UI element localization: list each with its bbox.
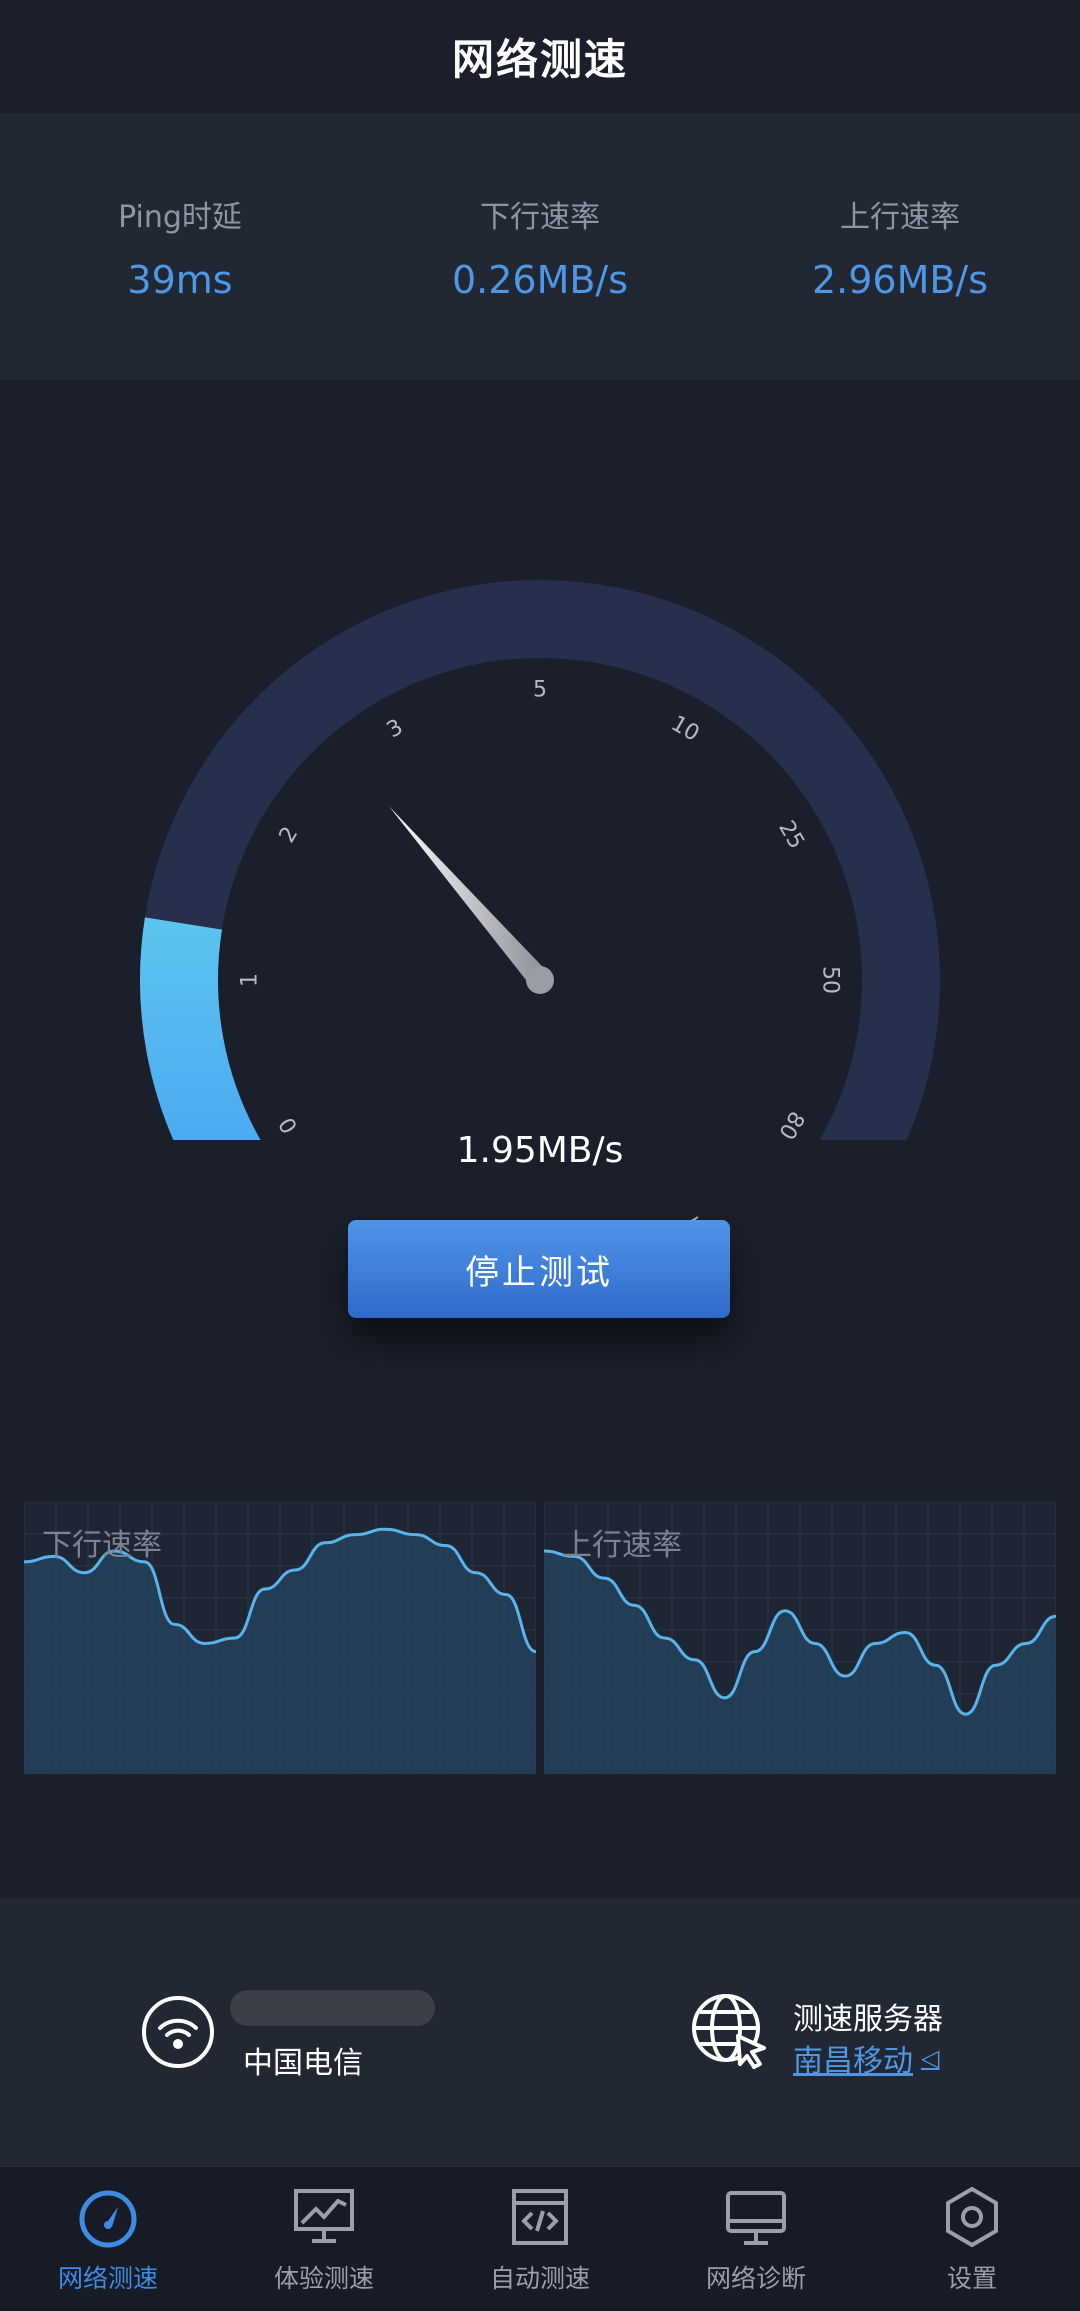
network-info-panel: 中国电信 测速服务器 南昌移动 ◁ [0,1898,1080,2166]
stats-panel: Ping时延 39ms 下行速率 0.26MB/s 上行速率 2.96MB/s [0,113,1080,380]
ping-label: Ping时延 [118,199,242,235]
tab-network-speed[interactable]: 网络测速 [0,2167,216,2311]
network-name-redacted [230,1990,435,2026]
wifi-icon [142,1996,214,2068]
chart-monitor-icon [294,2189,354,2243]
download-graph-label: 下行速率 [42,1528,162,1563]
upload-value: 2.96MB/s [811,257,989,302]
speed-gauge [140,580,940,1140]
gauge-tick-label: 1 [237,973,263,987]
upload-stat: 上行速率 2.96MB/s [750,192,1050,302]
tab-label: 体验测速 [273,2264,374,2293]
download-value: 0.26MB/s [451,257,629,302]
gauge-tick-label: 50 [817,966,843,994]
download-label: 下行速率 [480,199,600,235]
tab-label: 自动测速 [489,2264,590,2293]
ping-value: 39ms [127,257,233,302]
tab-experience-speed[interactable]: 体验测速 [216,2167,432,2311]
gauge-tick-label: 5 [533,677,547,703]
speedometer-icon [79,2190,137,2248]
server-title: 测速服务器 [793,2002,943,2037]
upload-graph-label: 上行速率 [562,1528,682,1563]
tab-network-diagnosis[interactable]: 网络诊断 [648,2167,864,2311]
carrier-name: 中国电信 [243,2046,363,2081]
settings-hexagon-icon [946,2186,998,2248]
download-stat: 下行速率 0.26MB/s [390,192,690,302]
tab-label: 设置 [946,2264,997,2293]
gauge-fill [140,917,261,1140]
gauge-hub [526,966,554,994]
gauge-needle [389,806,549,988]
globe-cursor-icon [692,1994,766,2069]
desktop-monitor-icon [726,2191,786,2245]
tab-label: 网络诊断 [705,2264,806,2293]
tab-label: 网络测速 [57,2264,158,2293]
app-header: 网络测速 [0,0,1080,112]
tab-settings[interactable]: 设置 [864,2167,1080,2311]
page-title: 网络测速 [451,34,628,84]
server-name: 南昌移动 [793,2044,913,2079]
current-speed-readout: 1.95MB/s [456,1130,624,1171]
download-graph: 下行速率 [24,1502,536,1774]
tab-auto-speed[interactable]: 自动测速 [432,2167,648,2311]
code-window-icon [512,2189,568,2245]
server-select-link[interactable]: 南昌移动 ◁ [793,2036,939,2080]
bottom-tab-bar: 网络测速 体验测速 自动测速 网络诊断 设置 [0,2166,1080,2311]
stop-test-button[interactable]: 停止测试 [348,1220,730,1318]
ping-stat: Ping时延 39ms [30,192,330,302]
upload-label: 上行速率 [840,199,960,235]
triangle-left-icon: ◁ [921,2044,940,2072]
upload-graph: 上行速率 [544,1502,1056,1774]
